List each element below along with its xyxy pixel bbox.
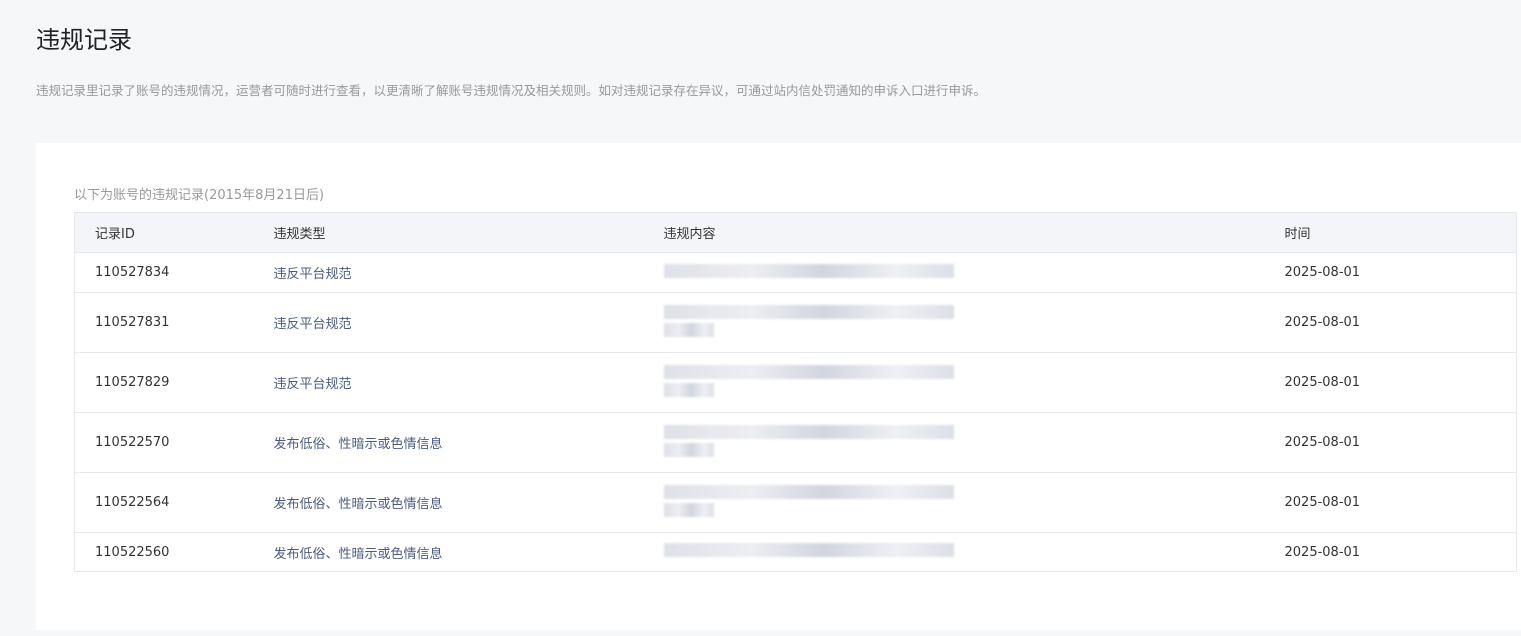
- violation-type: 发布低俗、性暗示或色情信息: [273, 472, 664, 533]
- table-row: 110522570 发布低俗、性暗示或色情信息 2025-08-01: [74, 412, 1517, 473]
- blurred-content: [663, 421, 954, 461]
- blurred-line: [663, 304, 954, 319]
- record-id: 110522560: [74, 532, 274, 572]
- blurred-line: [663, 442, 714, 457]
- blurred-line: [663, 484, 954, 499]
- blurred-line: [663, 502, 714, 517]
- table-row: 110527831 违反平台规范 2025-08-01: [74, 292, 1517, 353]
- blurred-line: [663, 364, 954, 379]
- violation-table: 记录ID 违规类型 违规内容 时间 110527834 违反平台规范 2025-…: [74, 212, 1517, 572]
- blurred-line: [663, 424, 954, 439]
- violation-type: 发布低俗、性暗示或色情信息: [273, 412, 664, 473]
- record-time: 2025-08-01: [1284, 352, 1517, 413]
- violation-content: [663, 412, 1285, 473]
- violation-type: 违反平台规范: [273, 252, 664, 293]
- violation-type: 违反平台规范: [273, 352, 664, 413]
- table-row: 110527834 违反平台规范 2025-08-01: [74, 252, 1517, 293]
- blurred-line: [663, 263, 954, 278]
- record-time: 2025-08-01: [1284, 532, 1517, 572]
- record-id: 110522570: [74, 412, 274, 473]
- blurred-line: [663, 543, 954, 557]
- record-time: 2025-08-01: [1284, 292, 1517, 353]
- blurred-content: [663, 539, 954, 561]
- blurred-content: [663, 260, 954, 282]
- violation-type: 发布低俗、性暗示或色情信息: [273, 532, 664, 572]
- violation-content: [663, 252, 1285, 293]
- blurred-content: [663, 361, 954, 401]
- col-header-content: 违规内容: [663, 212, 1285, 253]
- table-row: 110527829 违反平台规范 2025-08-01: [74, 352, 1517, 413]
- blurred-content: [663, 481, 954, 521]
- col-header-id: 记录ID: [74, 212, 274, 253]
- table-row: 110522560 发布低俗、性暗示或色情信息 2025-08-01: [74, 532, 1517, 572]
- violation-type: 违反平台规范: [273, 292, 664, 353]
- blurred-line: [663, 382, 714, 397]
- record-time: 2025-08-01: [1284, 412, 1517, 473]
- violation-content: [663, 352, 1285, 413]
- table-caption: 以下为账号的违规记录(2015年8月21日后): [74, 188, 325, 203]
- table-header: 记录ID 违规类型 违规内容 时间: [74, 212, 1517, 253]
- record-id: 110527834: [74, 252, 274, 293]
- violation-content: [663, 532, 1285, 572]
- records-card: 以下为账号的违规记录(2015年8月21日后) 记录ID 违规类型 违规内容 时…: [36, 143, 1521, 630]
- col-header-time: 时间: [1284, 212, 1517, 253]
- record-id: 110527829: [74, 352, 274, 413]
- table-row: 110522564 发布低俗、性暗示或色情信息 2025-08-01: [74, 472, 1517, 533]
- violation-content: [663, 292, 1285, 353]
- blurred-line: [663, 322, 714, 337]
- record-id: 110522564: [74, 472, 274, 533]
- record-id: 110527831: [74, 292, 274, 353]
- blurred-content: [663, 301, 954, 341]
- violation-content: [663, 472, 1285, 533]
- page-title: 违规记录: [36, 26, 132, 54]
- record-time: 2025-08-01: [1284, 252, 1517, 293]
- page-description: 违规记录里记录了账号的违规情况，运营者可随时进行查看，以更清晰了解账号违规情况及…: [36, 83, 987, 98]
- col-header-type: 违规类型: [273, 212, 664, 253]
- record-time: 2025-08-01: [1284, 472, 1517, 533]
